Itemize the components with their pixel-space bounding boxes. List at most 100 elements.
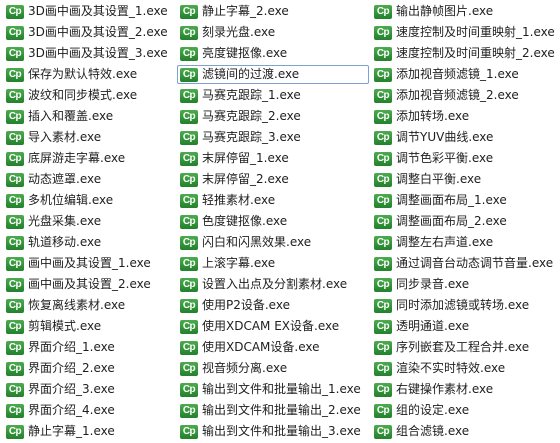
file-item[interactable]: Cp 添加视音频滤镜_2.exe: [371, 86, 557, 105]
cp-app-icon: Cp: [180, 382, 198, 397]
file-name: 闪白和闪黑效果.exe: [202, 235, 312, 249]
file-item[interactable]: Cp 调整左右声道.exe: [371, 233, 557, 252]
file-item[interactable]: Cp 组合滤镜.exe: [371, 422, 557, 441]
cp-app-icon: Cp: [180, 193, 198, 208]
file-name: 静止字幕_2.exe: [202, 4, 289, 18]
file-item[interactable]: Cp 添加转场.exe: [371, 107, 557, 126]
file-name: 静止字幕_1.exe: [28, 424, 115, 438]
file-item[interactable]: Cp 右键操作素材.exe: [371, 380, 557, 399]
file-item[interactable]: Cp 末屏停留_1.exe: [177, 149, 369, 168]
file-item[interactable]: Cp 界面介绍_2.exe: [3, 359, 175, 378]
cp-app-icon: Cp: [374, 319, 392, 334]
cp-app-icon: Cp: [180, 298, 198, 313]
file-item[interactable]: Cp 调整画面布局_2.exe: [371, 212, 557, 231]
file-item[interactable]: Cp 波纹和同步模式.exe: [3, 86, 175, 105]
file-item[interactable]: Cp 界面介绍_4.exe: [3, 401, 175, 420]
file-name: 马赛克跟踪_3.exe: [202, 130, 301, 144]
file-name: 轻推素材.exe: [202, 193, 276, 207]
file-name: 恢复离线素材.exe: [28, 298, 126, 312]
file-name: 末屏停留_2.exe: [202, 172, 289, 186]
file-item[interactable]: Cp 剪辑模式.exe: [3, 317, 175, 336]
file-item[interactable]: Cp 界面介绍_1.exe: [3, 338, 175, 357]
file-item[interactable]: Cp 调整白平衡.exe: [371, 170, 557, 189]
file-item[interactable]: Cp 速度控制及时间重映射_1.exe: [371, 23, 557, 42]
file-item[interactable]: Cp 设置入出点及分割素材.exe: [177, 275, 369, 294]
file-item[interactable]: Cp 组的设定.exe: [371, 401, 557, 420]
file-item[interactable]: Cp 动态遮罩.exe: [3, 170, 175, 189]
file-item[interactable]: Cp 末屏停留_2.exe: [177, 170, 369, 189]
file-item[interactable]: Cp 轻推素材.exe: [177, 191, 369, 210]
file-item[interactable]: Cp 3D画中画及其设置_2.exe: [3, 23, 175, 42]
file-name: 导入素材.exe: [28, 130, 102, 144]
file-item[interactable]: Cp 刻录光盘.exe: [177, 23, 369, 42]
file-item[interactable]: Cp 轨道移动.exe: [3, 233, 175, 252]
file-item[interactable]: Cp 画中画及其设置_1.exe: [3, 254, 175, 273]
file-item[interactable]: Cp 序列嵌套及工程合并.exe: [371, 338, 557, 357]
file-item[interactable]: Cp 调节YUV曲线.exe: [371, 128, 557, 147]
file-item[interactable]: Cp 调整画面布局_1.exe: [371, 191, 557, 210]
file-item[interactable]: Cp 使用XDCAM EX设备.exe: [177, 317, 369, 336]
cp-app-icon: Cp: [180, 130, 198, 145]
file-item[interactable]: Cp 亮度键抠像.exe: [177, 44, 369, 63]
file-name: 添加视音频滤镜_2.exe: [396, 88, 519, 102]
file-item[interactable]: Cp 闪白和闪黑效果.exe: [177, 233, 369, 252]
file-item[interactable]: Cp 输出到文件和批量输出_3.exe: [177, 422, 369, 441]
file-item[interactable]: Cp 使用P2设备.exe: [177, 296, 369, 315]
file-item[interactable]: Cp 调节色彩平衡.exe: [371, 149, 557, 168]
file-item[interactable]: Cp 画中画及其设置_2.exe: [3, 275, 175, 294]
cp-app-icon: Cp: [6, 361, 24, 376]
file-item[interactable]: Cp 马赛克跟踪_3.exe: [177, 128, 369, 147]
cp-app-icon: Cp: [374, 277, 392, 292]
file-item[interactable]: Cp 插入和覆盖.exe: [3, 107, 175, 126]
file-item[interactable]: Cp 马赛克跟踪_1.exe: [177, 86, 369, 105]
file-item[interactable]: Cp 透明通道.exe: [371, 317, 557, 336]
file-item[interactable]: Cp 保存为默认特效.exe: [3, 65, 175, 84]
file-item[interactable]: Cp 通过调音台动态调节音量.exe: [371, 254, 557, 273]
file-name: 多机位编辑.exe: [28, 193, 114, 207]
file-item[interactable]: Cp 视音频分离.exe: [177, 359, 369, 378]
file-item[interactable]: Cp 同时添加滤镜或转场.exe: [371, 296, 557, 315]
file-name: 渲染不实时特效.exe: [396, 361, 506, 375]
file-item[interactable]: Cp 3D画中画及其设置_1.exe: [3, 2, 175, 21]
file-item[interactable]: Cp 色度键抠像.exe: [177, 212, 369, 231]
file-name: 调节色彩平衡.exe: [396, 151, 494, 165]
file-name: 滤镜间的过渡.exe: [202, 67, 300, 81]
file-item[interactable]: Cp 输出静帧图片.exe: [371, 2, 557, 21]
file-item[interactable]: Cp 马赛克跟踪_2.exe: [177, 107, 369, 126]
file-item[interactable]: Cp 静止字幕_2.exe: [177, 2, 369, 21]
cp-app-icon: Cp: [6, 214, 24, 229]
cp-app-icon: Cp: [374, 424, 392, 439]
file-item[interactable]: Cp 底屏游走字幕.exe: [3, 149, 175, 168]
file-item[interactable]: Cp 上滚字幕.exe: [177, 254, 369, 273]
cp-app-icon: Cp: [6, 130, 24, 145]
file-item[interactable]: Cp 滤镜间的过渡.exe: [177, 65, 369, 84]
cp-app-icon: Cp: [374, 382, 392, 397]
cp-app-icon: Cp: [374, 130, 392, 145]
file-item[interactable]: Cp 使用XDCAM设备.exe: [177, 338, 369, 357]
cp-app-icon: Cp: [180, 256, 198, 271]
file-name: 上滚字幕.exe: [202, 256, 276, 270]
file-name: 动态遮罩.exe: [28, 172, 102, 186]
file-item[interactable]: Cp 导入素材.exe: [3, 128, 175, 147]
file-item[interactable]: Cp 3D画中画及其设置_3.exe: [3, 44, 175, 63]
cp-app-icon: Cp: [6, 193, 24, 208]
file-item[interactable]: Cp 输出到文件和批量输出_2.exe: [177, 401, 369, 420]
file-name: 速度控制及时间重映射_1.exe: [396, 25, 555, 39]
cp-app-icon: Cp: [374, 172, 392, 187]
file-name: 视音频分离.exe: [202, 361, 288, 375]
file-item[interactable]: Cp 同步录音.exe: [371, 275, 557, 294]
file-item[interactable]: Cp 恢复离线素材.exe: [3, 296, 175, 315]
file-item[interactable]: Cp 光盘采集.exe: [3, 212, 175, 231]
file-item[interactable]: Cp 多机位编辑.exe: [3, 191, 175, 210]
file-item[interactable]: Cp 速度控制及时间重映射_2.exe: [371, 44, 557, 63]
file-item[interactable]: Cp 输出到文件和批量输出_1.exe: [177, 380, 369, 399]
cp-app-icon: Cp: [374, 361, 392, 376]
file-item[interactable]: Cp 静止字幕_1.exe: [3, 422, 175, 441]
cp-app-icon: Cp: [6, 109, 24, 124]
file-item[interactable]: Cp 添加视音频滤镜_1.exe: [371, 65, 557, 84]
file-item[interactable]: Cp 渲染不实时特效.exe: [371, 359, 557, 378]
file-name: 马赛克跟踪_2.exe: [202, 109, 301, 123]
file-name: 添加转场.exe: [396, 109, 470, 123]
cp-app-icon: Cp: [6, 298, 24, 313]
file-item[interactable]: Cp 界面介绍_3.exe: [3, 380, 175, 399]
